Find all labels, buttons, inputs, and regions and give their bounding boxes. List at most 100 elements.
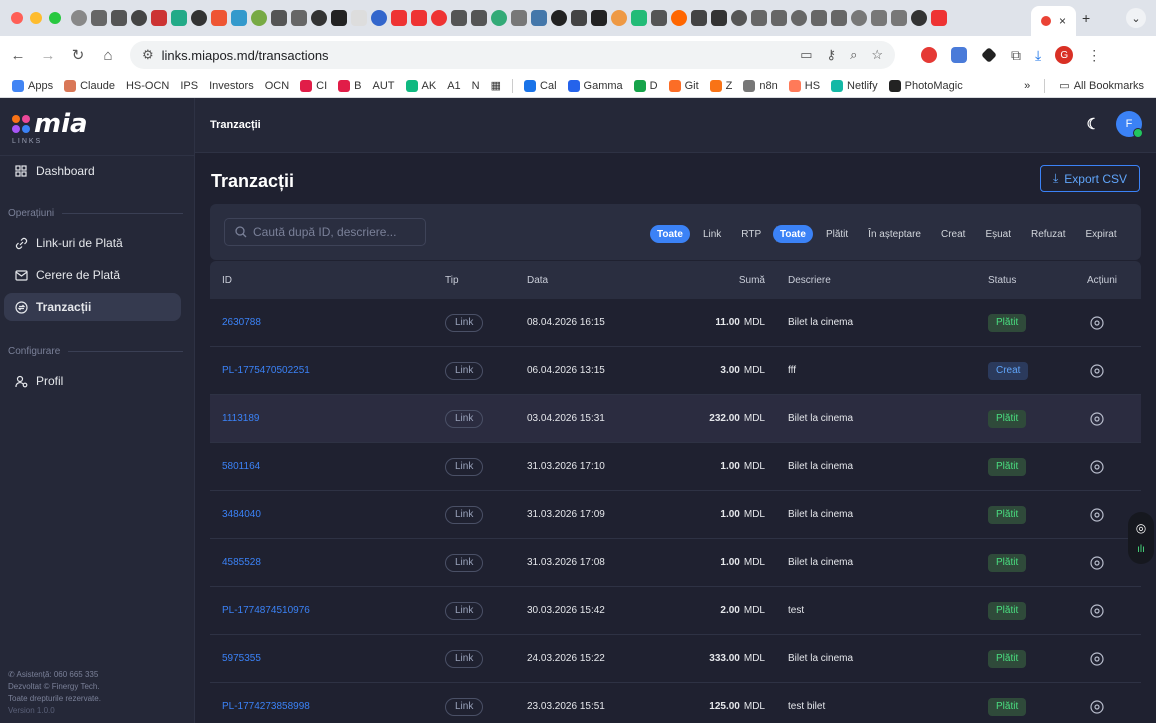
support-phone[interactable]: ✆ Asistență: 060 665 335: [8, 669, 101, 681]
pinned-tab-favicon-icon[interactable]: [291, 10, 307, 26]
url-text[interactable]: links.miapos.md/transactions: [162, 48, 329, 63]
table-row[interactable]: 1113189 Link 03.04.2026 15:31 232.00 MDL Bile…: [210, 395, 1141, 443]
pinned-tab-favicon-icon[interactable]: [431, 10, 447, 26]
eye-icon[interactable]: [1090, 459, 1104, 474]
pinned-tab-favicon-icon[interactable]: [811, 10, 827, 26]
pinned-tab-favicon-icon[interactable]: [731, 10, 747, 26]
home-icon[interactable]: ⌂: [100, 47, 116, 64]
pinned-tab-favicon-icon[interactable]: [231, 10, 247, 26]
pinned-tab-favicon-icon[interactable]: [831, 10, 847, 26]
close-window-button[interactable]: [11, 12, 23, 24]
pinned-tab-favicon-icon[interactable]: [671, 10, 687, 26]
pinned-tab-favicon-icon[interactable]: [751, 10, 767, 26]
table-row[interactable]: PL-1774273858998 Link 23.03.2026 15:51 125.…: [210, 683, 1141, 723]
back-arrow-icon[interactable]: ←: [10, 47, 26, 64]
bookmark-n8n[interactable]: n8n: [743, 79, 778, 92]
view-action[interactable]: [1090, 395, 1104, 442]
bookmark-hs-ocn[interactable]: HS-OCN: [126, 80, 169, 92]
status-filter-refuzat[interactable]: Refuzat: [1024, 225, 1072, 243]
new-tab-button[interactable]: +: [1082, 10, 1090, 26]
pinned-tab-favicon-icon[interactable]: [511, 10, 527, 26]
search-input[interactable]: Caută după ID, descriere...: [224, 218, 426, 246]
eye-icon[interactable]: [1090, 315, 1104, 330]
column-header-type[interactable]: Tip: [445, 261, 459, 299]
pinned-tab-favicon-icon[interactable]: [111, 10, 127, 26]
pinned-tab-favicon-icon[interactable]: [591, 10, 607, 26]
table-row[interactable]: 5801164 Link 31.03.2026 17:10 1.00 MDL Bilet …: [210, 443, 1141, 491]
eye-icon[interactable]: [1090, 699, 1104, 714]
pinned-tab-favicon-icon[interactable]: [891, 10, 907, 26]
bookmark-ak[interactable]: AK: [405, 79, 436, 92]
spiral-icon[interactable]: ◎: [1136, 521, 1146, 535]
bookmark-b[interactable]: B: [338, 79, 362, 92]
pinned-tab-favicon-icon[interactable]: [711, 10, 727, 26]
tab-search-chevron-icon[interactable]: ⌄: [1126, 8, 1146, 28]
pinned-tab-favicon-icon[interactable]: [91, 10, 107, 26]
pinned-tab-favicon-icon[interactable]: [791, 10, 807, 26]
column-header-description[interactable]: Descriere: [788, 261, 831, 299]
download-icon[interactable]: ⤓: [1035, 47, 1041, 64]
pinned-tab-favicon-icon[interactable]: [691, 10, 707, 26]
table-row[interactable]: 5975355 Link 24.03.2026 15:22 333.00 MDL Bile…: [210, 635, 1141, 683]
transaction-id-link[interactable]: 4585528: [222, 539, 261, 586]
sidebar-item-transactions[interactable]: Tranzacții: [4, 293, 181, 321]
grid-bookmark-icon[interactable]: ▦: [491, 79, 501, 92]
key-icon[interactable]: ⚷: [827, 47, 837, 63]
transaction-id-link[interactable]: 5801164: [222, 443, 260, 490]
pinned-tab-favicon-icon[interactable]: [71, 10, 87, 26]
sidebar-item-dashboard[interactable]: Dashboard: [4, 157, 181, 185]
audio-bars-icon[interactable]: ılı: [1137, 544, 1145, 555]
table-row[interactable]: 2630788 Link 08.04.2026 16:15 11.00 MDL Bilet…: [210, 299, 1141, 347]
sidebar-item-profile[interactable]: Profil: [4, 367, 181, 395]
zoom-window-button[interactable]: [49, 12, 61, 24]
transaction-id-link[interactable]: 3484040: [222, 491, 261, 538]
bookmark-star-icon[interactable]: ☆: [871, 47, 883, 63]
transaction-id-link[interactable]: PL-1774273858998: [222, 683, 310, 723]
type-filter-rtp[interactable]: RTP: [734, 225, 768, 243]
bookmark-hs[interactable]: HS: [788, 79, 820, 92]
pinned-tab-favicon-icon[interactable]: [251, 10, 267, 26]
pinned-tab-favicon-icon[interactable]: [851, 10, 867, 26]
all-bookmarks-button[interactable]: ▭ All Bookmarks: [1059, 79, 1144, 93]
minimize-window-button[interactable]: [30, 12, 42, 24]
active-tab[interactable]: ×: [1031, 6, 1077, 36]
pinned-tab-favicon-icon[interactable]: [571, 10, 587, 26]
bookmark-z[interactable]: Z: [709, 79, 732, 92]
tab-close-button[interactable]: ×: [1059, 14, 1066, 28]
status-filter-plătit[interactable]: Plătit: [819, 225, 855, 243]
bookmark-d[interactable]: D: [633, 79, 658, 92]
pinned-tab-favicon-icon[interactable]: [491, 10, 507, 26]
translate-extension-icon[interactable]: [951, 47, 967, 63]
sidebar-item-payment-requests[interactable]: Cerere de Plată: [4, 261, 181, 289]
status-filter-în-așteptare[interactable]: În așteptare: [861, 225, 928, 243]
bookmark-n[interactable]: N: [472, 80, 480, 92]
pinned-tab-favicon-icon[interactable]: [651, 10, 667, 26]
pinned-tab-favicon-icon[interactable]: [151, 10, 167, 26]
pinned-tab-favicon-icon[interactable]: [411, 10, 427, 26]
pinned-tab-favicon-icon[interactable]: [871, 10, 887, 26]
status-filter-expirat[interactable]: Expirat: [1078, 225, 1123, 243]
avatar[interactable]: F: [1116, 111, 1143, 138]
eye-icon[interactable]: [1090, 411, 1104, 426]
eye-icon[interactable]: [1090, 651, 1104, 666]
type-filter-toate[interactable]: Toate: [650, 225, 690, 243]
browser-profile-avatar[interactable]: G: [1055, 46, 1074, 64]
sidebar-item-payment-links[interactable]: Link-uri de Plată: [4, 229, 181, 257]
eye-icon[interactable]: [1090, 603, 1104, 618]
pinned-tab-favicon-icon[interactable]: [471, 10, 487, 26]
transaction-id-link[interactable]: 1113189: [222, 395, 259, 442]
pinned-tab-favicon-icon[interactable]: [391, 10, 407, 26]
pinned-tab-favicon-icon[interactable]: [351, 10, 367, 26]
forward-arrow-icon[interactable]: →: [40, 47, 56, 64]
view-action[interactable]: [1090, 587, 1104, 634]
eye-icon[interactable]: [1090, 555, 1104, 570]
view-action[interactable]: [1090, 491, 1104, 538]
table-row[interactable]: PL-1775470502251 Link 06.04.2026 13:15 3.00…: [210, 347, 1141, 395]
view-action[interactable]: [1090, 443, 1104, 490]
bookmark-cal[interactable]: Cal: [524, 79, 557, 92]
mia-logo[interactable]: mia LINKS: [0, 98, 194, 156]
pinned-tab-favicon-icon[interactable]: [611, 10, 627, 26]
site-settings-icon[interactable]: ⚙: [142, 47, 154, 63]
view-action[interactable]: [1090, 347, 1104, 394]
pinned-tab-favicon-icon[interactable]: [271, 10, 287, 26]
